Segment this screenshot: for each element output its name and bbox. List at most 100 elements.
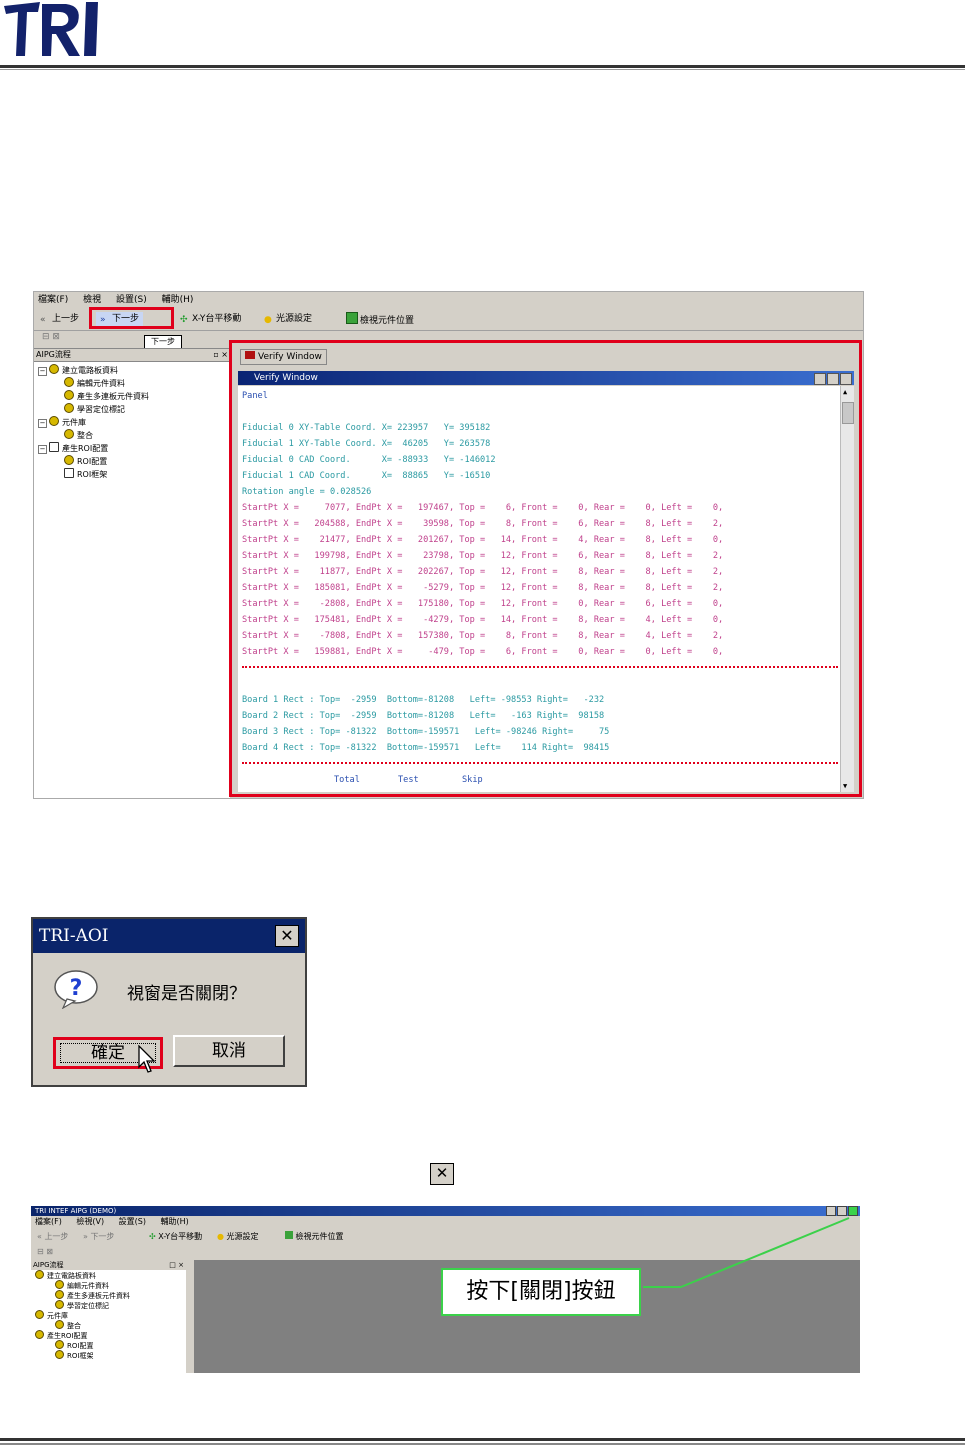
xy-table-move-button[interactable]: ✣ X-Y台平移動 [149, 1229, 202, 1245]
light-setting-button[interactable]: ● 光源設定 [264, 312, 312, 326]
menu-help[interactable]: 輔助(H) [161, 1217, 189, 1226]
collapse-icon[interactable]: − [38, 367, 47, 376]
close-icon[interactable] [840, 373, 852, 385]
fiducial-line: Fiducial 0 XY-Table Coord. X= 223957 Y= … [242, 423, 491, 433]
scroll-up-icon[interactable]: ▲ [843, 388, 847, 396]
dialog-titlebar: TRI-AOI [33, 919, 305, 953]
node-icon [35, 1270, 44, 1279]
board-view-icon [285, 1231, 293, 1239]
node-icon [64, 429, 74, 439]
node-icon [55, 1350, 64, 1359]
close-button-icon: ✕ [430, 1163, 454, 1185]
move-arrows-icon: ✣ [149, 1232, 156, 1241]
maximize-icon[interactable] [827, 373, 839, 385]
small-toolbar-icons: ⊟ ⊠ [42, 332, 60, 342]
tree-item[interactable]: 學習定位標記 [35, 1300, 186, 1310]
collapse-icon[interactable]: − [38, 419, 47, 428]
footer-rule-thin [0, 1443, 965, 1445]
aipg-flow-panel: AIPG流程 □ × 建立電路板資料 編輯元件資料 產生多連板元件資料 學習定位標… [31, 1260, 186, 1373]
separator [242, 666, 838, 668]
tree-item[interactable]: 學習定位標記 [38, 403, 230, 416]
light-setting-button[interactable]: ● 光源設定 [217, 1229, 259, 1245]
app-titlebar: TRI INTEF AIPG (DEMO) [31, 1206, 860, 1216]
node-icon [49, 416, 59, 426]
tree-item[interactable]: 整合 [38, 429, 230, 442]
prev-step-button[interactable]: «上一步 [40, 312, 79, 326]
test-label: Test [398, 775, 419, 785]
menu-file[interactable]: 檔案(F) [35, 1217, 62, 1226]
verify-window-tab[interactable]: Verify Window [240, 349, 327, 365]
menu-help[interactable]: 輔助(H) [162, 295, 194, 305]
menu-settings[interactable]: 設置(S) [119, 1217, 146, 1226]
cancel-button[interactable]: 取消 [173, 1035, 285, 1067]
start-line: StartPt X = 159881, EndPt X = -479, Top … [242, 647, 724, 657]
view-component-position-button[interactable]: 檢視元件位置 [346, 312, 414, 328]
maximize-icon[interactable] [837, 1206, 847, 1216]
aipg-flow-title: AIPG流程 ▫ × [34, 349, 230, 362]
node-icon [55, 1290, 64, 1299]
verify-window-highlight: Verify Window Verify Window Panel Fiduci… [229, 340, 862, 797]
panel-close-icon[interactable]: □ × [169, 1260, 184, 1270]
close-icon[interactable] [848, 1206, 858, 1216]
tree-item[interactable]: − 元件庫 [38, 416, 230, 429]
tree-item[interactable]: 編輯元件資料 [35, 1280, 186, 1290]
tree-item[interactable]: 產生多連板元件資料 [38, 390, 230, 403]
xy-table-move-button[interactable]: ✣ X-Y台平移動 [180, 312, 241, 326]
tree-item[interactable]: ROI配置 [38, 455, 230, 468]
header-rule [0, 65, 965, 68]
double-chevron-left-icon: « [40, 315, 46, 325]
menu-file[interactable]: 檔案(F) [38, 295, 68, 305]
fiducial-line: Fiducial 1 XY-Table Coord. X= 46205 Y= 2… [242, 439, 491, 449]
tree-item[interactable]: 產生ROI配置 [35, 1330, 186, 1340]
tree-item[interactable]: 整合 [35, 1320, 186, 1330]
board-view-icon [346, 312, 358, 324]
menu-bar: 檔案(F) 檢視 設置(S) 輔助(H) [34, 292, 863, 308]
window-icon [245, 351, 255, 359]
minimize-icon[interactable] [826, 1206, 836, 1216]
vertical-scrollbar[interactable]: ▲ ▼ [840, 386, 854, 792]
tree-item[interactable]: 建立電路板資料 [35, 1270, 186, 1280]
tree-item[interactable]: ROI框架 [38, 468, 230, 481]
tree-item[interactable]: ROI框架 [35, 1350, 186, 1360]
view-component-position-button[interactable]: 檢視元件位置 [285, 1229, 344, 1245]
move-arrows-icon: ✣ [180, 315, 188, 325]
menu-bar: 檔案(F) 檢視(V) 設置(S) 輔助(H) [31, 1216, 860, 1228]
lightbulb-icon: ● [217, 1232, 224, 1241]
tree-item[interactable]: 元件庫 [35, 1310, 186, 1320]
panel-close-icon[interactable]: ▫ × [213, 349, 228, 361]
tree-item[interactable]: − 產生ROI配置 [38, 442, 230, 455]
dialog-message: 視窗是否關閉？ [127, 984, 246, 1004]
menu-view[interactable]: 檢視(V) [76, 1217, 104, 1226]
scroll-down-icon[interactable]: ▼ [843, 782, 847, 790]
board-line: Board 2 Rect : Top= -2959 Bottom=-81208 … [242, 711, 605, 721]
panel-label: Panel [242, 391, 268, 401]
lightbulb-icon: ● [264, 315, 272, 325]
minimize-icon[interactable] [814, 373, 826, 385]
node-icon [35, 1330, 44, 1339]
menu-view[interactable]: 檢視 [83, 295, 101, 305]
empty-node-icon [49, 442, 59, 452]
node-icon [35, 1310, 44, 1319]
dialog-close-button[interactable]: ✕ [275, 925, 299, 947]
tree-item[interactable]: 編輯元件資料 [38, 377, 230, 390]
scroll-thumb[interactable] [842, 402, 854, 424]
close-confirm-dialog: TRI-AOI ✕ ? 視窗是否關閉？ 確定 取消 [31, 917, 307, 1087]
collapse-icon[interactable]: − [38, 445, 47, 454]
verify-window-titlebar: Verify Window [238, 371, 854, 385]
tree-item[interactable]: 產生多連板元件資料 [35, 1290, 186, 1300]
prev-step-button[interactable]: « 上一步 [37, 1229, 68, 1245]
menu-settings[interactable]: 設置(S) [116, 295, 147, 305]
verify-window-content: Panel Fiducial 0 XY-Table Coord. X= 2239… [238, 386, 854, 792]
close-button-callout: 按下[關閉]按鈕 [441, 1268, 641, 1316]
start-line: StartPt X = 7077, EndPt X = 197467, Top … [242, 503, 724, 513]
small-toolbar-icons: ⊟ ⊠ [37, 1247, 53, 1256]
node-icon [64, 390, 74, 400]
tree-item[interactable]: − 建立電路板資料 [38, 364, 230, 377]
next-step-highlight [89, 307, 174, 329]
start-line: StartPt X = 21477, EndPt X = 201267, Top… [242, 535, 724, 545]
node-icon [55, 1280, 64, 1289]
next-step-button[interactable]: » 下一步 [83, 1229, 114, 1245]
tree-item[interactable]: ROI配置 [35, 1340, 186, 1350]
start-line: StartPt X = 185081, EndPt X = -5279, Top… [242, 583, 724, 593]
total-label: Total [334, 775, 360, 785]
